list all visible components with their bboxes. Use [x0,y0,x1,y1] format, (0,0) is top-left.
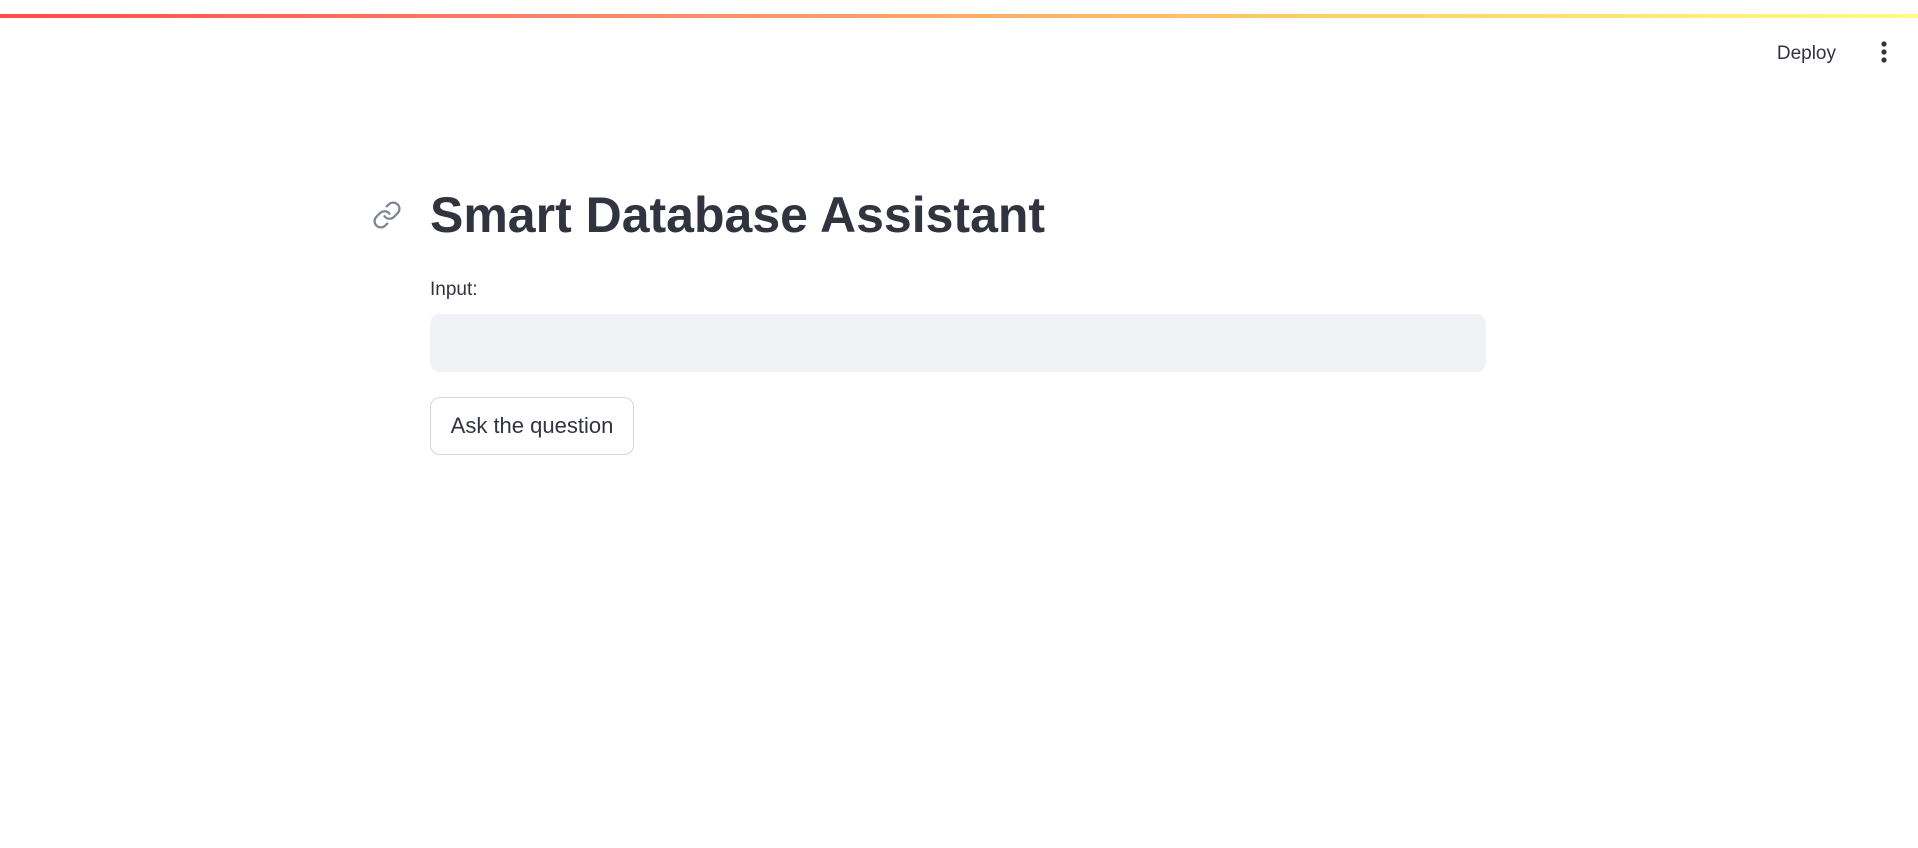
title-row: Smart Database Assistant [373,180,1486,250]
question-input[interactable] [430,314,1486,372]
input-label: Input: [430,279,478,300]
app-header: Deploy [0,18,1918,84]
deploy-button[interactable]: Deploy [1767,38,1846,70]
page-title: Smart Database Assistant [430,187,1046,243]
vertical-ellipsis-icon [1880,40,1888,68]
ask-question-button[interactable]: Ask the question [430,397,634,455]
main-menu-button[interactable] [1868,38,1900,70]
link-icon[interactable] [372,200,402,230]
